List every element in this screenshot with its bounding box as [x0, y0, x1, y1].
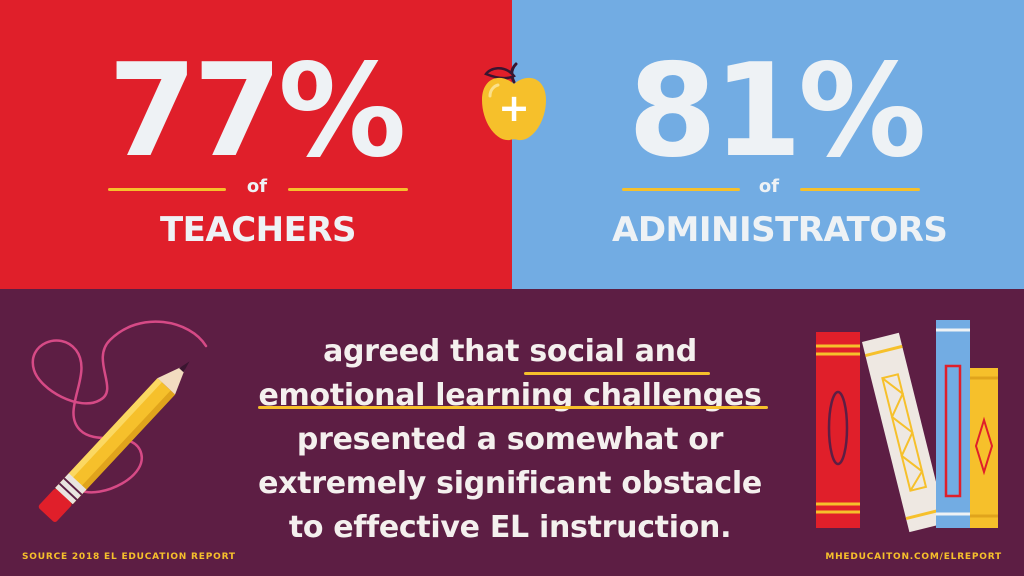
administrators-label: ADMINISTRATORS [612, 210, 948, 250]
of-rule-right-a [622, 188, 740, 191]
administrators-of: of [758, 176, 780, 197]
of-rule-left-b [288, 188, 408, 191]
administrators-percent: 81% [628, 37, 926, 186]
of-rule-left-a [108, 188, 226, 191]
statement-line-3: presented a somewhat or [296, 422, 724, 457]
website-link[interactable]: MHEDUCAITON.COM/ELREPORT [825, 552, 1002, 562]
statement-line-1: agreed that social and [230, 330, 790, 374]
statement-line-2: emotional learning challenges [258, 378, 762, 413]
apple-icon: + [476, 60, 552, 150]
highlight-underline-2 [258, 406, 768, 409]
books-icon [810, 316, 1010, 536]
statement-line-5: to effective EL instruction. [288, 510, 732, 545]
source-credit: SOURCE 2018 EL EDUCATION REPORT [22, 552, 236, 562]
of-rule-right-b [800, 188, 920, 191]
pencil-icon [20, 300, 230, 530]
teachers-of: of [246, 176, 268, 197]
finding-statement: agreed that social and emotional learnin… [230, 330, 790, 550]
statement-highlight-social: social and [529, 334, 697, 369]
teachers-percent: 77% [108, 37, 406, 186]
plus-symbol: + [498, 86, 530, 130]
statement-line-4: extremely significant obstacle [258, 466, 762, 501]
highlight-underline-1 [524, 372, 710, 375]
statement-line-1-start: agreed that [323, 334, 530, 369]
teachers-label: TEACHERS [159, 210, 357, 250]
